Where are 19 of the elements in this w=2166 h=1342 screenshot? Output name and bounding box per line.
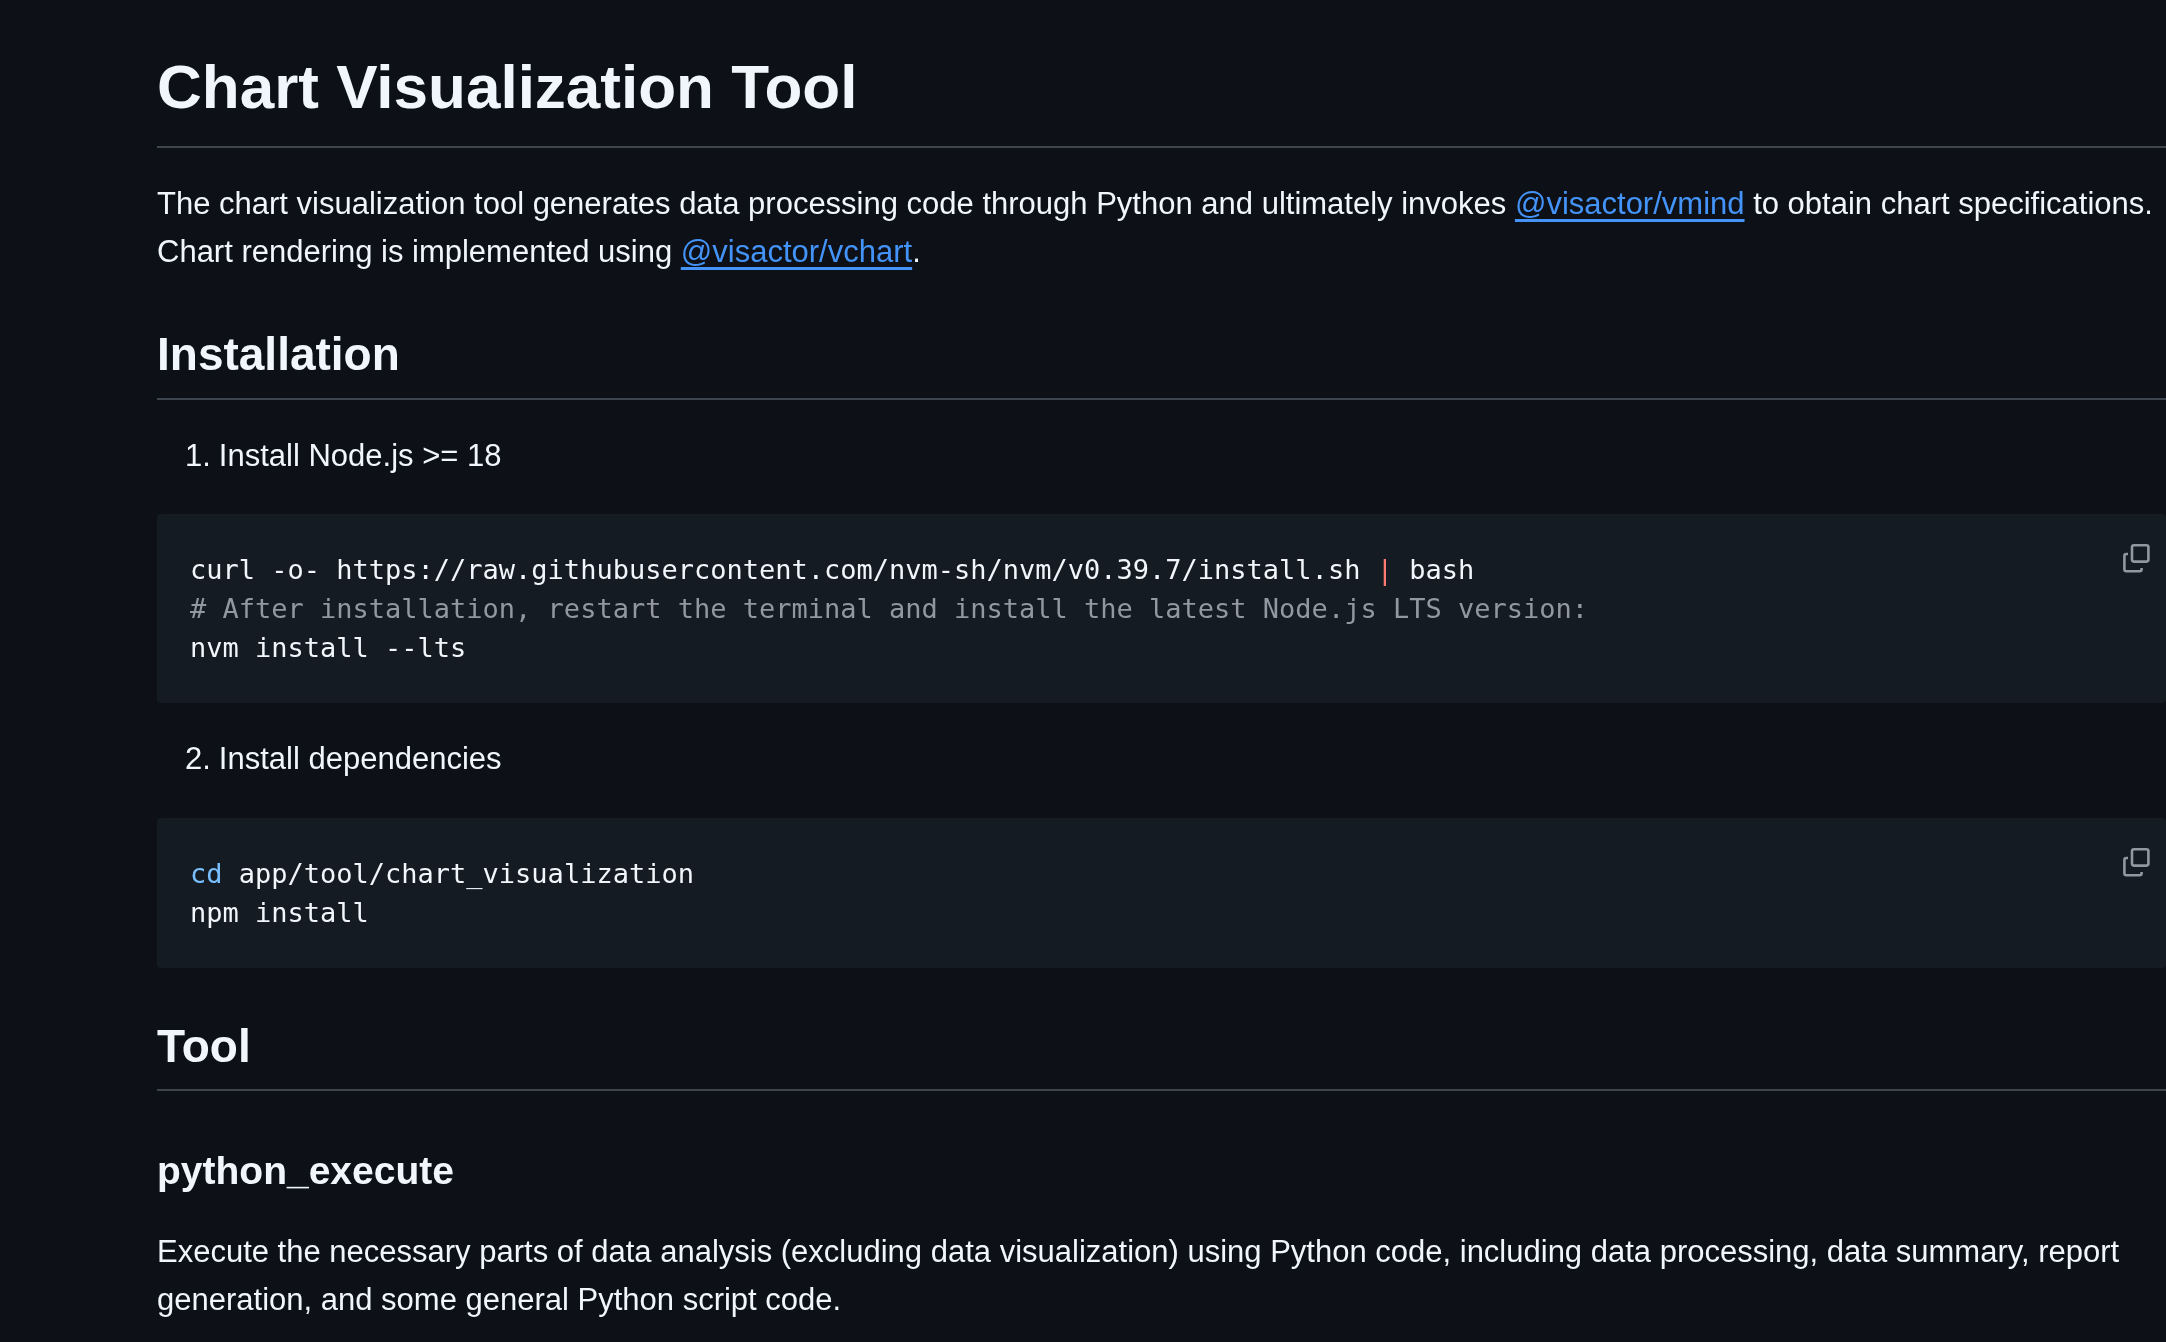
step-text: Install Node.js >= 18: [218, 437, 502, 475]
copy-icon: [2120, 542, 2152, 575]
step-text: Install dependencies: [218, 740, 502, 779]
code-line: # After installation, restart the terminal and install the latest Node.js LTS version:: [190, 592, 1589, 627]
package-link[interactable]: @visactor/vmind: [1514, 186, 1745, 222]
step-number: 1.: [185, 437, 211, 475]
package-link[interactable]: @visactor/vchart: [680, 234, 913, 270]
body-paragraph: Execute the necessary parts of data analysis (excluding data visualization) using Python code, including data processing, data summary, report generation, and some general Python script code.: [157, 1233, 2121, 1320]
code-line: nvm install --lts: [190, 631, 468, 666]
intro-paragraph: The chart visualization tool generates data processing code through Python and ultimately invokes @visactor/vmind to obtain chart specifications. Chart rendering is implemented using @visactor/vchart.: [157, 185, 2154, 272]
section-heading: Tool: [157, 1017, 2166, 1092]
code-line: cd app/tool/chart_visualization: [190, 856, 695, 891]
step-number: 2.: [185, 740, 211, 779]
section-heading: Installation: [157, 326, 2166, 400]
page-title: Chart Visualization Tool: [157, 50, 2166, 149]
section-heading: python_execute: [157, 1148, 455, 1195]
code-line: curl -o- https://raw.githubusercontent.com/nvm-sh/nvm/v0.39.7/install.sh | bash: [190, 553, 1476, 588]
code-line: npm install: [190, 895, 370, 930]
copy-icon: [2120, 845, 2152, 878]
